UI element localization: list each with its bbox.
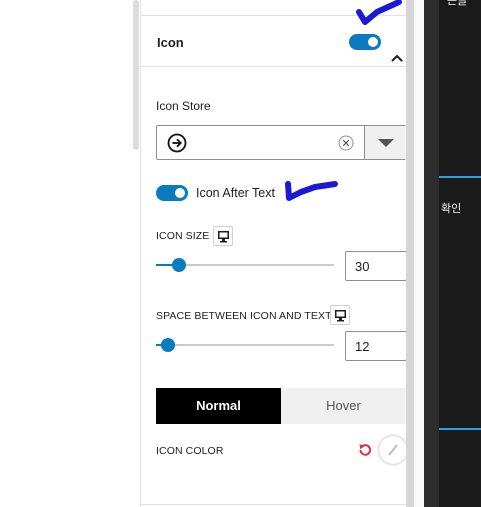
icon-color-label: ICON COLOR xyxy=(156,445,224,457)
annotation-checkmark xyxy=(356,0,402,25)
icon-store-label: Icon Store xyxy=(156,99,211,113)
icon-size-label: ICON SIZE xyxy=(156,230,210,242)
annotation-scribble xyxy=(285,181,338,201)
tab-normal[interactable]: Normal xyxy=(156,388,281,424)
desktop-icon xyxy=(335,310,346,322)
icon-after-text-label: Icon After Text xyxy=(196,186,275,200)
preview-text: 는글 xyxy=(447,0,468,7)
section-title: Icon xyxy=(157,35,184,50)
preview-area: 는글 확인 xyxy=(406,0,481,507)
tab-hover[interactable]: Hover xyxy=(281,388,406,424)
space-slider-thumb[interactable] xyxy=(161,338,176,352)
chevron-up-icon[interactable] xyxy=(390,53,404,63)
preview-highlight-line xyxy=(439,428,481,430)
icon-store-select[interactable] xyxy=(156,125,406,160)
space-between-label: SPACE BETWEEN ICON AND TEXT xyxy=(156,310,332,322)
select-dropdown-button[interactable] xyxy=(365,126,406,159)
preview-edge xyxy=(424,0,439,507)
icon-size-input[interactable]: 30 xyxy=(345,251,406,281)
left-scrollbar[interactable] xyxy=(133,0,139,150)
responsive-device-button[interactable] xyxy=(330,305,350,325)
preview-canvas: 는글 확인 xyxy=(439,0,481,507)
arrow-right-circle-icon xyxy=(167,133,187,153)
preview-highlight-line xyxy=(439,176,481,178)
responsive-device-button[interactable] xyxy=(213,226,233,246)
icon-size-slider-thumb[interactable] xyxy=(172,258,187,272)
divider xyxy=(414,0,424,507)
divider xyxy=(141,504,406,505)
icon-section-toggle[interactable] xyxy=(349,34,381,50)
clear-icon[interactable] xyxy=(338,135,354,151)
space-slider-track[interactable] xyxy=(156,344,334,346)
left-gutter xyxy=(0,0,141,507)
preview-text: 확인 xyxy=(441,203,462,215)
reset-icon[interactable] xyxy=(357,442,373,458)
space-between-input[interactable]: 12 xyxy=(345,331,406,361)
color-picker-button[interactable] xyxy=(379,436,406,464)
desktop-icon xyxy=(218,231,229,243)
panel-scrollbar-track[interactable] xyxy=(406,0,414,507)
caret-down-icon xyxy=(378,139,394,147)
eyedropper-icon xyxy=(388,444,398,456)
settings-panel: Icon Icon Store Icon After Text ICON SIZ… xyxy=(141,0,406,507)
icon-after-text-toggle[interactable] xyxy=(156,185,188,201)
